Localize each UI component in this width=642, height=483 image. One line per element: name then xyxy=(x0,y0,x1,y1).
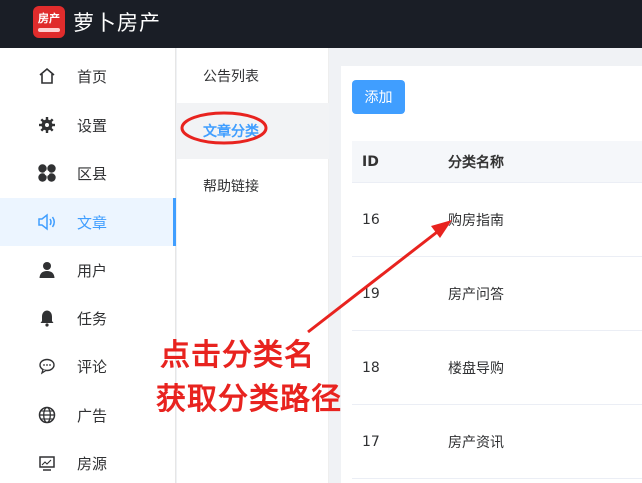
cell-category-name[interactable]: 房产问答 xyxy=(448,257,504,330)
submenu-item-label: 帮助链接 xyxy=(203,179,259,195)
sidebar-item-user[interactable]: 用户 xyxy=(0,246,176,294)
table-row: 18 楼盘导购 xyxy=(352,331,642,405)
cell-id: 18 xyxy=(362,359,380,376)
home-icon xyxy=(37,66,57,86)
submenu-item-label: 公告列表 xyxy=(203,69,259,85)
annotation-text-line2: 获取分类路径 xyxy=(156,382,342,417)
table-row: 19 房产问答 xyxy=(352,257,642,331)
sidebar-item-label: 文章 xyxy=(77,213,108,232)
sidebar-item-listing[interactable]: 房源 xyxy=(0,439,176,483)
globe-icon xyxy=(37,405,57,425)
cell-id: 17 xyxy=(362,433,380,450)
logo-text: 房产 xyxy=(38,11,60,25)
sidebar-item-comment[interactable]: 评论 xyxy=(0,342,176,390)
monitor-icon xyxy=(37,453,57,473)
table-row: 17 房产资讯 xyxy=(352,405,642,479)
table-header: ID 分类名称 xyxy=(352,141,642,183)
sidebar-item-label: 区县 xyxy=(77,164,108,183)
sidebar-item-task[interactable]: 任务 xyxy=(0,294,176,342)
grid-icon xyxy=(37,163,57,183)
add-button[interactable]: 添加 xyxy=(352,80,405,114)
column-header-id[interactable]: ID xyxy=(362,141,379,183)
sidebar-item-label: 任务 xyxy=(77,309,108,328)
cell-category-name[interactable]: 购房指南 xyxy=(448,183,504,256)
submenu-item-help-links[interactable]: 帮助链接 xyxy=(177,158,329,214)
gear-icon xyxy=(37,115,57,135)
sidebar-item-label: 设置 xyxy=(77,116,108,135)
sidebar-item-home[interactable]: 首页 xyxy=(0,52,176,100)
user-icon xyxy=(37,260,57,280)
main-content: 添加 ID 分类名称 16 购房指南 19 房产问答 18 楼盘导购 17 房产… xyxy=(341,66,642,483)
submenu-item-notices[interactable]: 公告列表 xyxy=(177,48,329,104)
bell-icon xyxy=(37,308,57,328)
sidebar-item-label: 评论 xyxy=(77,357,108,376)
app-logo[interactable]: 房产 xyxy=(33,6,65,38)
sidebar-item-settings[interactable]: 设置 xyxy=(0,101,176,149)
table-row: 16 购房指南 xyxy=(352,183,642,257)
sidebar-item-district[interactable]: 区县 xyxy=(0,149,176,197)
sidebar-item-label: 首页 xyxy=(77,67,108,86)
sidebar-item-label: 广告 xyxy=(77,406,108,425)
logo-underline xyxy=(38,27,60,32)
column-header-name[interactable]: 分类名称 xyxy=(448,141,504,183)
comment-icon xyxy=(37,356,57,376)
cell-category-name[interactable]: 房产资讯 xyxy=(448,405,504,478)
sidebar-item-article[interactable]: 文章 xyxy=(0,198,176,246)
cell-id: 16 xyxy=(362,211,380,228)
top-bar: 房产 萝卜房产 xyxy=(0,0,642,48)
cell-id: 19 xyxy=(362,285,380,302)
cell-category-name[interactable]: 楼盘导购 xyxy=(448,331,504,404)
submenu-item-article-category[interactable]: 文章分类 xyxy=(177,103,329,159)
sidebar-item-label: 用户 xyxy=(77,261,108,280)
sidebar-item-label: 房源 xyxy=(77,454,108,473)
annotation-text-line1: 点击分类名 xyxy=(160,338,315,373)
app-title: 萝卜房产 xyxy=(73,11,161,35)
sidebar-item-ads[interactable]: 广告 xyxy=(0,391,176,439)
sidebar: 首页 设置 区县 文章 用户 任务 评论 广告 房源 xyxy=(0,48,176,483)
submenu-item-label: 文章分类 xyxy=(203,124,259,140)
speaker-icon xyxy=(37,212,57,232)
